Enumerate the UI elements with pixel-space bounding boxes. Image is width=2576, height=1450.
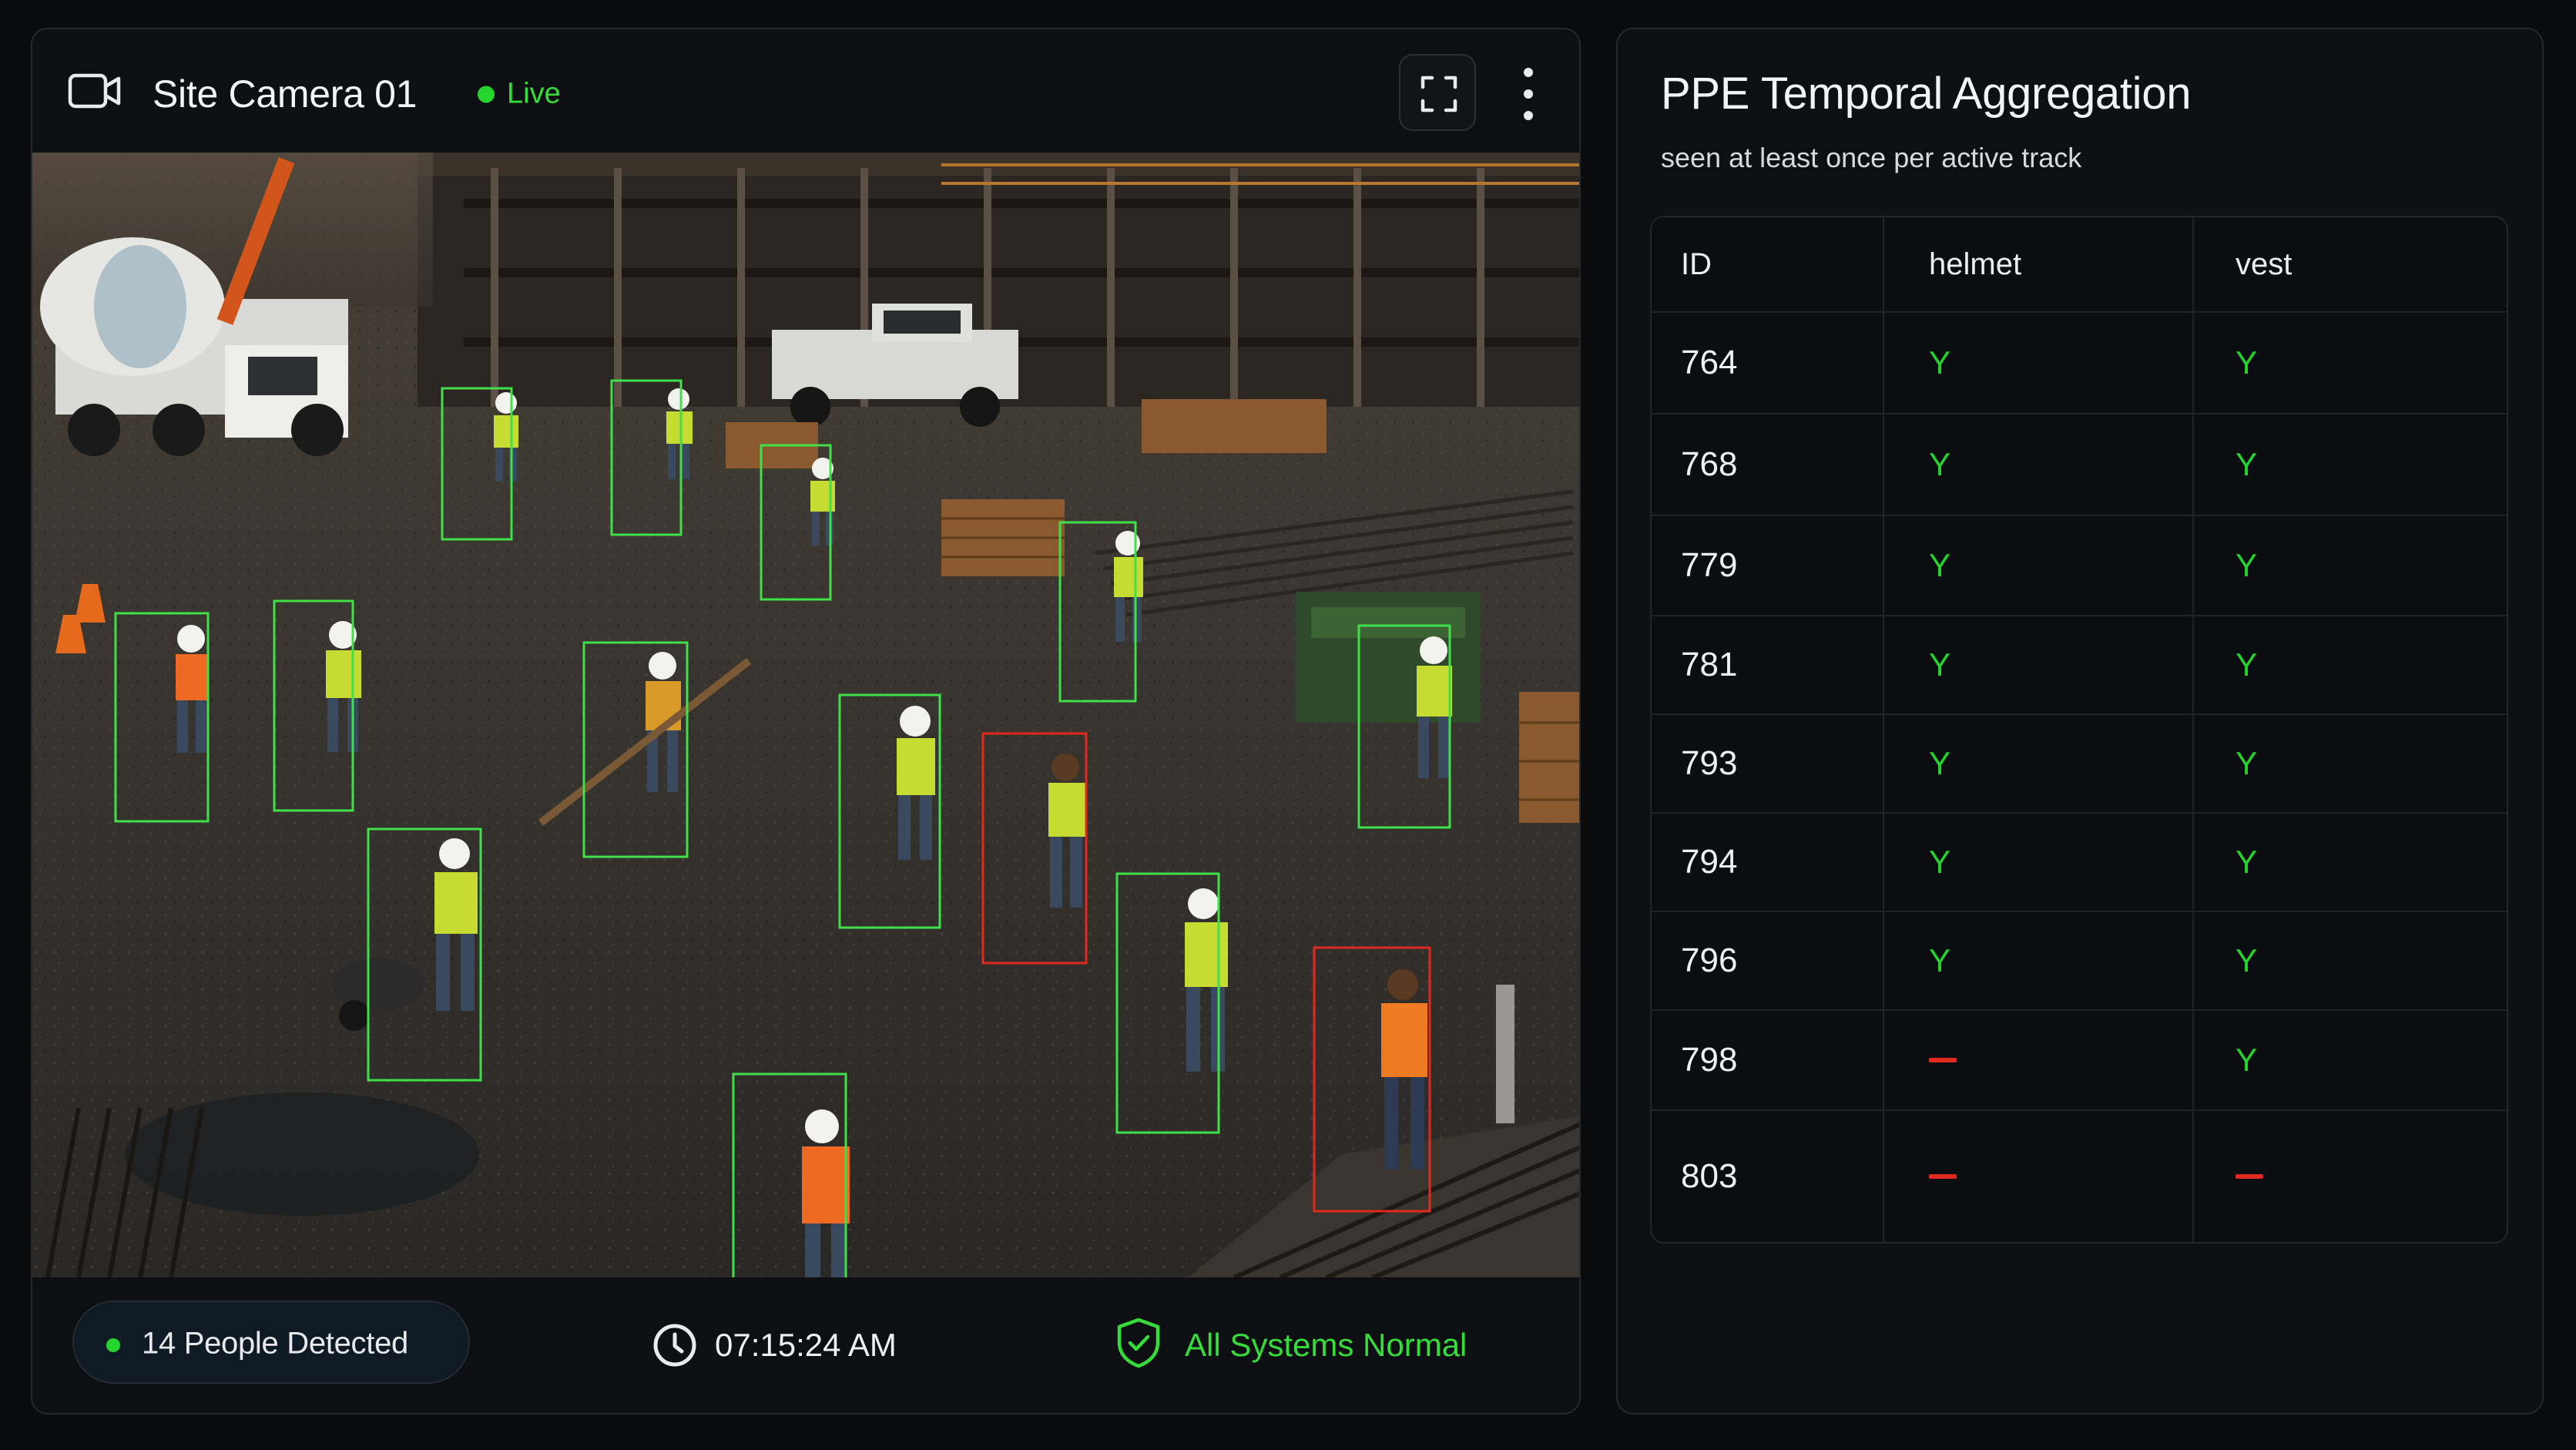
live-indicator: Live	[478, 78, 561, 111]
vest-yes-value: Y	[2236, 745, 2258, 781]
vest-yes-value: Y	[2236, 844, 2258, 880]
camera-feed[interactable]	[32, 153, 1579, 1277]
helmet-cell: Y	[1884, 415, 2194, 515]
camera-panel: Site Camera 01 Live 14 People Detected 0…	[31, 28, 1581, 1415]
helmet-cell: Y	[1884, 616, 2194, 713]
track-id-cell: 779	[1652, 516, 1884, 615]
track-id-cell: 794	[1652, 814, 1884, 911]
more-options-button[interactable]	[1513, 63, 1544, 125]
construction-site-feed	[32, 153, 1579, 1277]
ppe-title: PPE Temporal Aggregation	[1661, 69, 2192, 119]
helmet-cell: Y	[1884, 313, 2194, 413]
vest-missing-dash-icon	[2236, 1174, 2263, 1179]
helmet-cell	[1884, 1111, 2194, 1242]
helmet-cell: Y	[1884, 912, 2194, 1009]
helmet-missing-dash-icon	[1929, 1058, 1957, 1062]
helmet-yes-value: Y	[1929, 745, 1951, 781]
clock-time: 07:15:24 AM	[715, 1327, 897, 1363]
column-header-vest: vest	[2236, 247, 2293, 281]
camera-header: Site Camera 01 Live	[32, 29, 1579, 153]
table-row: 796 Y Y	[1652, 912, 2507, 1011]
people-detected-label: 14 People Detected	[142, 1326, 408, 1361]
track-id-cell: 793	[1652, 715, 1884, 812]
vest-yes-value: Y	[2236, 1042, 2258, 1078]
camera-title: Site Camera 01	[153, 72, 418, 116]
helmet-yes-value: Y	[1929, 446, 1951, 482]
clock-icon	[650, 1321, 699, 1374]
helmet-cell: Y	[1884, 715, 2194, 812]
track-id-cell: 796	[1652, 912, 1884, 1009]
live-dot-icon	[478, 86, 495, 102]
column-header-helmet: helmet	[1884, 217, 2194, 311]
helmet-yes-value: Y	[1929, 344, 1951, 381]
vest-cell: Y	[2194, 814, 2507, 911]
track-id-cell: 781	[1652, 616, 1884, 713]
ppe-table: ID helmet vest 764 Y Y 768 Y Y 779 Y Y 781 Y Y 793 Y Y…	[1650, 216, 2508, 1244]
vest-cell: Y	[2194, 1011, 2507, 1109]
fullscreen-button[interactable]	[1399, 54, 1476, 131]
vest-yes-value: Y	[2236, 344, 2258, 381]
people-detected-badge: 14 People Detected	[72, 1301, 470, 1384]
vest-yes-value: Y	[2236, 646, 2258, 683]
helmet-yes-value: Y	[1929, 844, 1951, 880]
helmet-yes-value: Y	[1929, 547, 1951, 583]
table-row: 793 Y Y	[1652, 715, 2507, 814]
helmet-cell: Y	[1884, 814, 2194, 911]
track-id-cell: 798	[1652, 1011, 1884, 1109]
vest-cell: Y	[2194, 715, 2507, 812]
more-vertical-icon	[1524, 68, 1533, 77]
track-id-cell: 764	[1652, 313, 1884, 413]
shield-check-icon	[1114, 1316, 1163, 1374]
table-row: 794 Y Y	[1652, 814, 2507, 912]
table-row: 798 Y	[1652, 1011, 2507, 1111]
table-row: 768 Y Y	[1652, 415, 2507, 516]
system-status: All Systems Normal	[1185, 1327, 1467, 1363]
vest-yes-value: Y	[2236, 547, 2258, 583]
vest-cell: Y	[2194, 415, 2507, 515]
table-row: 781 Y Y	[1652, 616, 2507, 715]
helmet-missing-dash-icon	[1929, 1174, 1957, 1179]
ppe-subtitle: seen at least once per active track	[1661, 142, 2082, 173]
live-label: Live	[507, 77, 561, 110]
table-row: 779 Y Y	[1652, 516, 2507, 616]
fullscreen-icon	[1420, 76, 1457, 112]
vest-yes-value: Y	[2236, 446, 2258, 482]
column-header-id: ID	[1652, 217, 1884, 311]
vest-cell: Y	[2194, 912, 2507, 1009]
vest-cell	[2194, 1111, 2507, 1242]
vest-cell: Y	[2194, 516, 2507, 615]
ppe-panel: PPE Temporal Aggregation seen at least o…	[1616, 28, 2544, 1415]
vest-cell: Y	[2194, 313, 2507, 413]
track-id-cell: 768	[1652, 415, 1884, 515]
table-header: ID helmet vest	[1652, 217, 2507, 313]
video-camera-icon	[68, 71, 122, 111]
table-row: 803	[1652, 1111, 2507, 1242]
helmet-cell	[1884, 1011, 2194, 1109]
status-dot-icon	[106, 1338, 120, 1352]
helmet-yes-value: Y	[1929, 646, 1951, 683]
vest-yes-value: Y	[2236, 942, 2258, 978]
track-id-cell: 803	[1652, 1111, 1884, 1242]
helmet-cell: Y	[1884, 516, 2194, 615]
table-row: 764 Y Y	[1652, 313, 2507, 415]
vest-cell: Y	[2194, 616, 2507, 713]
helmet-yes-value: Y	[1929, 942, 1951, 978]
